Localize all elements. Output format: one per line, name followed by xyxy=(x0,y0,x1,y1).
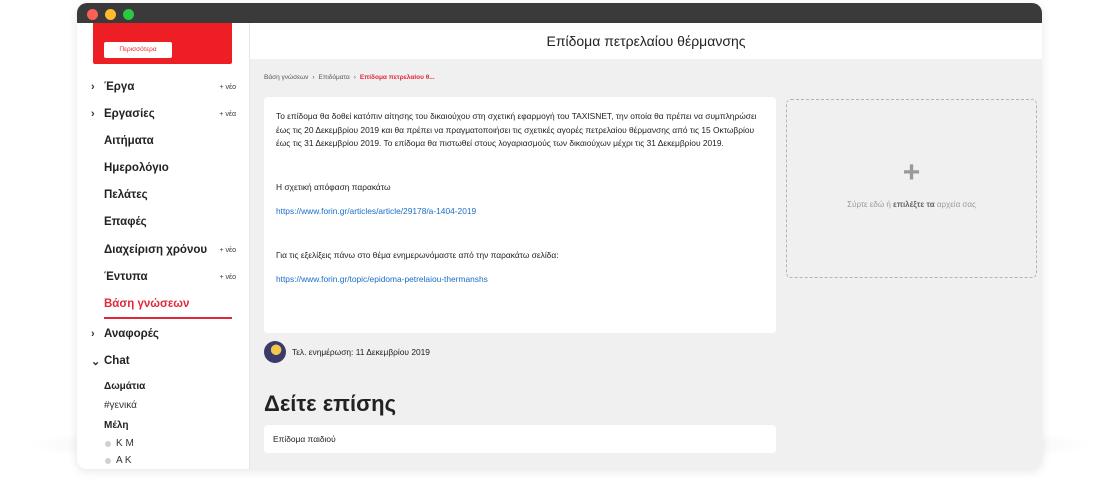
file-dropzone[interactable]: + Σύρτε εδώ ή επιλέξτε τα αρχεία σας xyxy=(786,99,1037,278)
chevron-right-icon: › xyxy=(91,81,95,93)
article-body: Το επίδομα θα δοθεί κατόπιν αίτησης του … xyxy=(264,97,776,333)
new-project-link[interactable]: + νέο xyxy=(219,84,236,91)
sidebar-item-label: Ημερολόγιο xyxy=(104,162,169,174)
presence-dot-icon xyxy=(105,457,111,464)
page-title: Επίδομα πετρελαίου θέρμανσης xyxy=(250,23,1042,59)
sidebar-item-projects[interactable]: › Έργα + νέο xyxy=(91,75,236,99)
sidebar-item-knowledge-base[interactable]: Βάση γνώσεων xyxy=(91,292,236,316)
sidebar: Περισσότερα › Έργα + νέο › Εργασίες + νέ… xyxy=(77,23,250,469)
see-also-heading: Δείτε επίσης xyxy=(264,391,397,416)
member-name: Κ Μ xyxy=(116,438,134,449)
breadcrumb-separator-icon: › xyxy=(353,74,356,81)
last-updated-text: Τελ. ενημέρωση: 11 Δεκεμβρίου 2019 xyxy=(292,347,430,357)
breadcrumb-root[interactable]: Βάση γνώσεων xyxy=(264,74,308,81)
title-bar xyxy=(77,3,1042,23)
sidebar-item-label: Αιτήματα xyxy=(104,135,154,147)
sidebar-item-label: Βάση γνώσεων xyxy=(104,298,190,310)
sidebar-item-label: Εργασίες xyxy=(104,108,155,120)
active-item-underline xyxy=(104,317,232,319)
member-name: Α Κ xyxy=(116,455,132,466)
updates-label: Για τις εξελίξεις πάνω στο θέμα ενημερων… xyxy=(276,249,559,260)
sidebar-item-label: Αναφορές xyxy=(104,328,159,340)
new-form-link[interactable]: + νέο xyxy=(219,274,236,281)
article-paragraph: Το επίδομα θα δοθεί κατόπιν αίτησης του … xyxy=(276,111,757,148)
new-task-link[interactable]: + νέα xyxy=(219,111,236,118)
sidebar-item-label: Έντυπα xyxy=(104,271,148,283)
updates-link[interactable]: https://www.forin.gr/topic/epidoma-petre… xyxy=(276,274,488,284)
last-updated: Τελ. ενημέρωση: 11 Δεκεμβρίου 2019 xyxy=(264,341,430,363)
main-content: Επίδομα πετρελαίου θέρμανσης Βάση γνώσεω… xyxy=(250,23,1042,469)
sidebar-item-contacts[interactable]: Επαφές xyxy=(91,210,236,234)
chat-members-title: Μέλη xyxy=(104,420,129,431)
breadcrumb-separator-icon: › xyxy=(312,74,315,81)
sidebar-item-tasks[interactable]: › Εργασίες + νέα xyxy=(91,102,236,126)
sidebar-item-reports[interactable]: › Αναφορές xyxy=(91,322,236,346)
chevron-right-icon: › xyxy=(91,328,95,340)
plus-icon: + xyxy=(902,156,921,189)
sidebar-item-label: Διαχείριση χρόνου xyxy=(104,244,208,256)
new-time-entry-link[interactable]: + νέο xyxy=(219,247,236,254)
sidebar-item-requests[interactable]: Αιτήματα xyxy=(91,129,236,153)
chevron-right-icon: › xyxy=(91,108,95,120)
breadcrumb: Βάση γνώσεων › Επιδόματα › Επίδομα πετρε… xyxy=(264,74,435,81)
sidebar-item-label: Chat xyxy=(104,355,130,367)
decision-link[interactable]: https://www.forin.gr/articles/article/29… xyxy=(276,206,476,216)
sidebar-item-label: Επαφές xyxy=(104,216,147,228)
dropzone-text: Σύρτε εδώ ή επιλέξτε τα αρχεία σας xyxy=(847,200,976,209)
sidebar-item-forms[interactable]: Έντυπα + νέο xyxy=(91,265,236,289)
chat-room-general[interactable]: #γενικά xyxy=(104,400,137,411)
chat-member[interactable]: Κ Μ xyxy=(105,438,134,449)
sidebar-item-label: Έργα xyxy=(104,81,135,93)
chat-rooms-title: Δωμάτια xyxy=(104,381,146,392)
chat-member[interactable]: Α Κ xyxy=(105,455,132,466)
sidebar-item-label: Πελάτες xyxy=(104,189,148,201)
decision-label: Η σχετική απόφαση παρακάτω xyxy=(276,181,391,192)
presence-dot-icon xyxy=(105,440,111,447)
sidebar-item-chat[interactable]: ⌄ Chat xyxy=(91,349,236,373)
avatar[interactable] xyxy=(264,341,286,363)
breadcrumb-current: Επίδομα πετρελαίου θ... xyxy=(359,74,435,81)
close-window-button[interactable] xyxy=(87,9,98,20)
app-window: Περισσότερα › Έργα + νέο › Εργασίες + νέ… xyxy=(77,3,1042,469)
minimize-window-button[interactable] xyxy=(105,9,116,20)
chevron-down-icon: ⌄ xyxy=(91,355,101,368)
sidebar-item-customers[interactable]: Πελάτες xyxy=(91,183,236,207)
related-article-item[interactable]: Επίδομα παιδιού xyxy=(264,425,776,453)
promo-banner: Περισσότερα xyxy=(93,23,232,64)
choose-files-link[interactable]: επιλέξτε τα xyxy=(893,200,935,209)
sidebar-item-time-management[interactable]: Διαχείριση χρόνου + νέο xyxy=(91,238,236,262)
breadcrumb-parent[interactable]: Επιδόματα xyxy=(319,74,350,81)
more-button[interactable]: Περισσότερα xyxy=(104,42,172,58)
sidebar-item-calendar[interactable]: Ημερολόγιο xyxy=(91,156,236,180)
maximize-window-button[interactable] xyxy=(123,9,134,20)
